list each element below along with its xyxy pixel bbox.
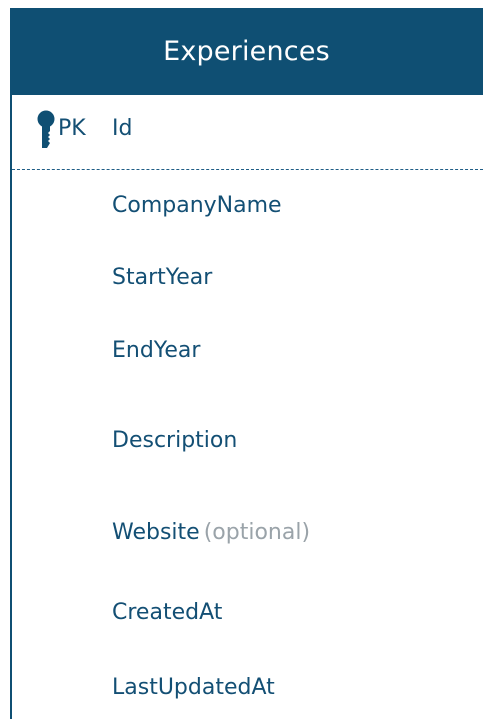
primary-key-row: PK Id — [12, 95, 483, 170]
field-description: Description — [112, 428, 238, 453]
entity-experiences: Experiences PK Id CompanyName StartYear … — [0, 0, 483, 719]
entity-title: Experiences — [163, 36, 330, 67]
field-created-at: CreatedAt — [112, 600, 223, 625]
entity-header: Experiences — [10, 8, 483, 95]
field-website-name: Website — [112, 520, 200, 545]
field-company-name: CompanyName — [112, 193, 282, 218]
field-website: Website (optional) — [112, 520, 310, 545]
key-icon — [37, 110, 55, 148]
optional-note: (optional) — [203, 520, 311, 545]
primary-key-marker: PK — [58, 116, 86, 141]
field-id: Id — [112, 116, 133, 141]
entity-fields: PK Id CompanyName StartYear EndYear Desc… — [10, 95, 483, 719]
field-start-year: StartYear — [112, 265, 213, 290]
field-end-year: EndYear — [112, 338, 201, 363]
field-last-updated-at: LastUpdatedAt — [112, 675, 275, 700]
